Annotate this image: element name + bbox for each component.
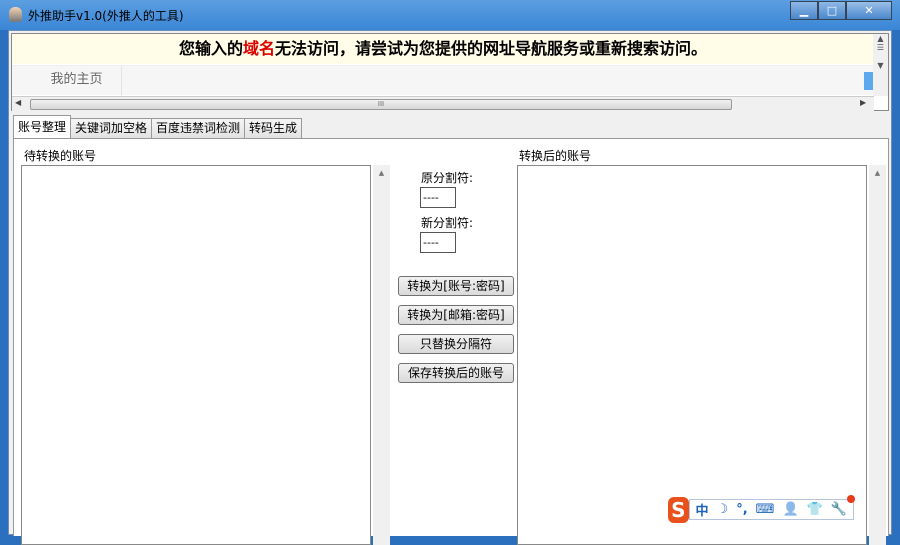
window-title: 外推助手v1.0(外推人的工具) — [28, 9, 184, 23]
replace-separator-button[interactable]: 只替换分隔符 — [398, 334, 514, 354]
vertical-scrollbar[interactable]: ▲ ☰ ▼ — [873, 34, 888, 96]
notification-dot — [847, 495, 855, 503]
client-area: 您输入的域名无法访问，请尝试为您提供的网址导航服务或重新搜索访问。 我的主页 ▲… — [8, 30, 892, 545]
keyboard-icon[interactable]: ⌨ — [756, 502, 775, 517]
punctuation-icon[interactable]: °, — [736, 502, 747, 517]
ime-toolbar[interactable]: S 中 ☽ °, ⌨ 👤 👕 🔧 — [668, 495, 855, 523]
skin-icon[interactable]: 👕 — [807, 502, 823, 517]
sogou-logo-icon[interactable]: S — [668, 496, 689, 523]
result-textarea[interactable] — [517, 165, 867, 545]
tab-transcode[interactable]: 转码生成 — [244, 118, 303, 138]
tab-keyword-space[interactable]: 关键词加空格 — [70, 118, 153, 138]
banner-text: 您输入的 — [178, 39, 243, 58]
user-icon[interactable]: 👤 — [782, 502, 798, 517]
title-bar: 外推助手v1.0(外推人的工具) ▁ □ ✕ — [0, 0, 900, 30]
banner-highlight: 域名 — [242, 39, 275, 58]
new-sep-label: 新分割符: — [421, 216, 474, 230]
scroll-thumb[interactable]: III — [30, 99, 732, 110]
tab-baidu-banned[interactable]: 百度违禁词检测 — [151, 118, 246, 138]
account-panel: 待转换的账号 ▲ 原分割符: ---- 新分割符: ---- 转换为[账号:密码… — [13, 138, 889, 545]
minimize-button[interactable]: ▁ — [790, 1, 818, 20]
tab-bar: 账号整理 关键词加空格 百度违禁词检测 转码生成 — [13, 115, 303, 138]
convert-email-button[interactable]: 转换为[邮箱:密码] — [398, 305, 514, 325]
orig-sep-label: 原分割符: — [421, 171, 474, 185]
lang-icon[interactable]: 中 — [696, 500, 709, 519]
moon-icon[interactable]: ☽ — [717, 502, 729, 517]
orig-sep-input[interactable]: ---- — [420, 187, 456, 208]
app-icon — [9, 7, 22, 22]
save-converted-button[interactable]: 保存转换后的账号 — [398, 363, 514, 383]
tab-account[interactable]: 账号整理 — [13, 115, 72, 138]
horizontal-scrollbar[interactable]: ◀ III ▶ — [12, 96, 874, 111]
scroll-left-icon[interactable]: ◀ — [15, 98, 21, 107]
source-textarea[interactable] — [21, 165, 371, 545]
scroll-right-icon[interactable]: ▶ — [860, 98, 866, 107]
result-scrollbar[interactable]: ▲ — [869, 165, 886, 545]
error-banner: 您输入的域名无法访问，请尝试为您提供的网址导航服务或重新搜索访问。 — [12, 34, 874, 64]
source-label: 待转换的账号 — [24, 149, 97, 163]
convert-account-button[interactable]: 转换为[账号:密码] — [398, 276, 514, 296]
source-scrollbar[interactable]: ▲ — [373, 165, 390, 545]
nav-bar: 我的主页 — [12, 65, 874, 96]
embedded-browser: 您输入的域名无法访问，请尝试为您提供的网址导航服务或重新搜索访问。 我的主页 ▲… — [11, 33, 889, 111]
wrench-icon[interactable]: 🔧 — [831, 502, 847, 517]
result-label: 转换后的账号 — [519, 149, 592, 163]
banner-text-rest: 无法访问，请尝试为您提供的网址导航服务或重新搜索访问。 — [275, 39, 708, 58]
new-sep-input[interactable]: ---- — [420, 232, 456, 253]
close-button[interactable]: ✕ — [846, 1, 892, 20]
maximize-button[interactable]: □ — [818, 1, 846, 20]
home-link[interactable]: 我的主页 — [12, 66, 122, 96]
